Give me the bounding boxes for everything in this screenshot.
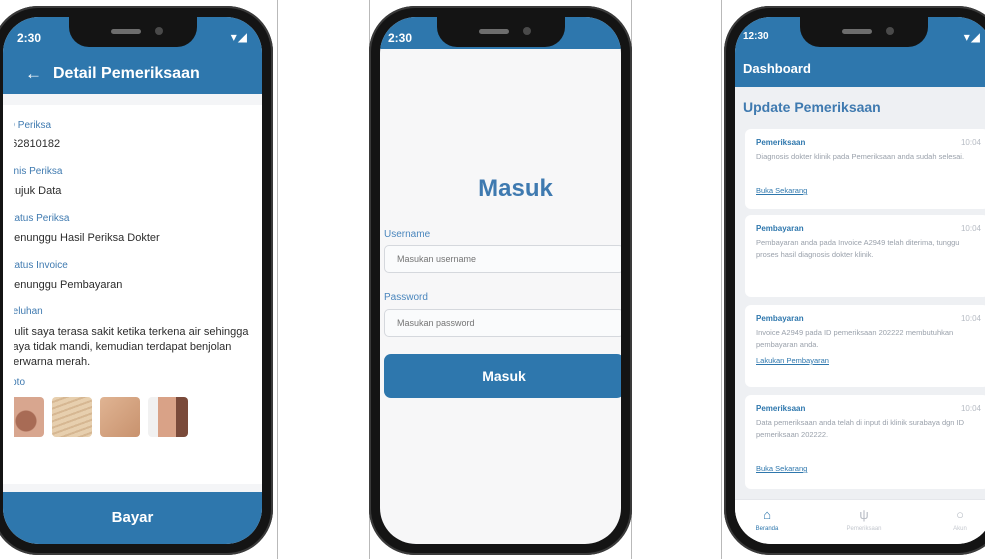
login-submit-button[interactable]: Masuk bbox=[384, 354, 621, 398]
card-time: 10:04 bbox=[960, 404, 981, 413]
notification-card[interactable]: Pemeriksaan 10:04 Diagnosis dokter klini… bbox=[745, 129, 985, 209]
phone-login: 2:30 Masuk Username Password Masuk bbox=[369, 6, 632, 555]
username-label: Username bbox=[384, 229, 431, 240]
dashboard-screen: 12:30 ▾◢ Dashboard Update Pemeriksaan Pe… bbox=[735, 17, 985, 544]
card-link[interactable]: Buka Sekarang bbox=[756, 464, 807, 473]
card-time: 10:04 bbox=[960, 138, 981, 147]
field-value-jenis: Rujuk Data bbox=[14, 185, 62, 197]
section-title: Update Pemeriksaan bbox=[743, 99, 881, 115]
photo-thumbnail[interactable] bbox=[148, 397, 188, 437]
password-input[interactable] bbox=[384, 309, 621, 337]
home-icon: ⌂ bbox=[763, 507, 771, 522]
detail-screen: 2:30 ▾◢ ← Detail Pemeriksaan ID Periksa … bbox=[3, 17, 262, 544]
user-icon: ○ bbox=[956, 507, 964, 522]
login-title: Masuk bbox=[478, 175, 553, 202]
field-label-id: ID Periksa bbox=[14, 120, 52, 131]
signal-battery-icon: ▾◢ bbox=[230, 30, 248, 44]
card-link[interactable]: Lakukan Pembayaran bbox=[756, 356, 829, 365]
detail-body: ID Periksa 662810182 Jenis Periksa Rujuk… bbox=[3, 105, 262, 484]
complaint-label: Keluhan bbox=[14, 306, 43, 317]
signal-battery-icon: ▾◢ bbox=[963, 30, 981, 44]
photo-thumbnail[interactable] bbox=[100, 397, 140, 437]
phone-notch bbox=[800, 17, 928, 47]
arrow-left-icon[interactable]: ← bbox=[25, 64, 42, 84]
notification-card[interactable]: Pembayaran 10:04 Invoice A2949 pada ID p… bbox=[745, 305, 985, 387]
card-body: Pembayaran anda pada Invoice A2949 telah… bbox=[756, 238, 960, 259]
username-input[interactable] bbox=[384, 245, 621, 273]
nav-label: Beranda bbox=[755, 526, 779, 532]
status-time: 12:30 bbox=[743, 31, 769, 42]
nav-item-beranda[interactable]: ⌂ Beranda bbox=[742, 507, 792, 533]
photo-thumbnail[interactable] bbox=[14, 397, 44, 437]
card-title: Pemeriksaan bbox=[756, 404, 806, 413]
page-title: Detail Pemeriksaan bbox=[53, 65, 200, 82]
field-label-jenis: Jenis Periksa bbox=[14, 166, 63, 177]
login-screen: 2:30 Masuk Username Password Masuk bbox=[380, 17, 621, 544]
status-time: 2:30 bbox=[388, 31, 413, 45]
notification-card[interactable]: Pembayaran 10:04 Pembayaran anda pada In… bbox=[745, 215, 985, 297]
field-label-status-periksa: Status Periksa bbox=[14, 213, 70, 224]
phone-notch bbox=[68, 17, 197, 47]
card-link[interactable]: Buka Sekarang bbox=[756, 186, 807, 195]
phone-detail: 2:30 ▾◢ ← Detail Pemeriksaan ID Periksa … bbox=[0, 6, 273, 555]
nav-item-pemeriksaan[interactable]: ψ Pemeriksaan bbox=[839, 507, 889, 533]
phone-notch bbox=[436, 17, 565, 47]
phone-dashboard: 12:30 ▾◢ Dashboard Update Pemeriksaan Pe… bbox=[724, 6, 985, 555]
detail-fields: ID Periksa 662810182 Jenis Periksa Rujuk… bbox=[14, 105, 262, 484]
pay-button[interactable]: Bayar bbox=[3, 492, 262, 544]
password-label: Password bbox=[384, 292, 428, 303]
photo-thumbnail[interactable] bbox=[52, 397, 92, 437]
nav-label: Pemeriksaan bbox=[846, 526, 882, 532]
card-time: 10:04 bbox=[960, 224, 981, 233]
bottom-nav: ⌂ Beranda ψ Pemeriksaan ○ Akun bbox=[735, 499, 985, 544]
page-title: Dashboard bbox=[743, 61, 811, 76]
photo-label: Foto bbox=[14, 377, 26, 388]
notification-card[interactable]: Pemeriksaan 10:04 Data pemeriksaan anda … bbox=[745, 395, 985, 489]
card-body: Invoice A2949 pada ID pemeriksaan 202222… bbox=[756, 328, 954, 349]
field-value-id: 662810182 bbox=[14, 138, 61, 150]
nav-label: Akun bbox=[953, 526, 967, 532]
field-value-status-periksa: Menunggu Hasil Periksa Dokter bbox=[14, 232, 160, 244]
stethoscope-icon: ψ bbox=[859, 507, 869, 522]
card-body: Diagnosis dokter klinik pada Pemeriksaan… bbox=[756, 152, 965, 161]
card-time: 10:04 bbox=[960, 314, 981, 323]
card-title: Pembayaran bbox=[756, 314, 804, 323]
field-label-status-invoice: Status Invoice bbox=[14, 260, 68, 271]
card-title: Pemeriksaan bbox=[756, 138, 806, 147]
card-title: Pembayaran bbox=[756, 224, 804, 233]
complaint-text: Kulit saya terasa sakit ketika terkena a… bbox=[14, 326, 249, 368]
nav-item-akun[interactable]: ○ Akun bbox=[935, 507, 985, 533]
status-time: 2:30 bbox=[17, 31, 42, 45]
card-body: Data pemeriksaan anda telah di input di … bbox=[756, 418, 965, 439]
field-value-status-invoice: Menunggu Pembayaran bbox=[14, 279, 123, 291]
